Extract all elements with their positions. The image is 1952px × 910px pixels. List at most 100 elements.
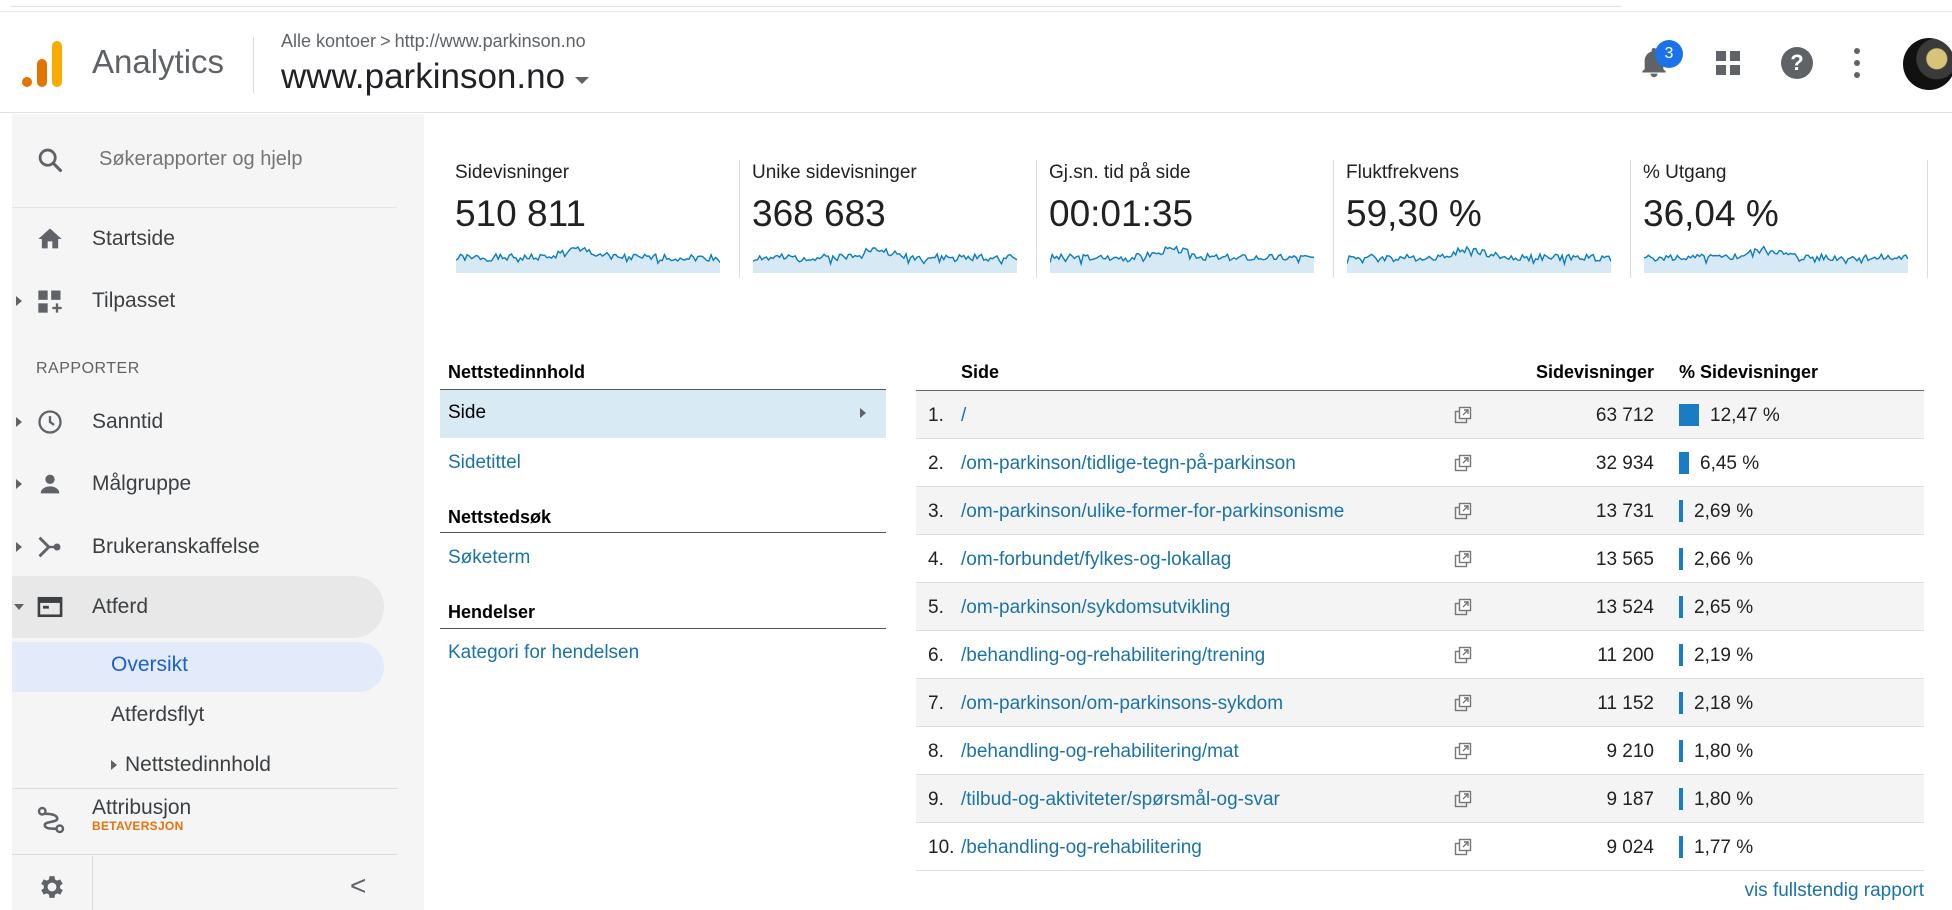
notification-badge[interactable]: 3 bbox=[1655, 40, 1683, 68]
page-path-link[interactable]: /om-parkinson/tidlige-tegn-på-parkinson bbox=[961, 453, 1296, 475]
table-row[interactable]: 6. /behandling-og-rehabilitering/trening 1… bbox=[916, 631, 1924, 679]
pageviews-value: 9 187 bbox=[1606, 789, 1654, 810]
open-external-icon[interactable] bbox=[1454, 790, 1472, 808]
gear-icon[interactable] bbox=[37, 872, 67, 902]
row-rank: 7. bbox=[928, 693, 944, 714]
sidebar-item-malgruppe[interactable]: Målgruppe bbox=[12, 455, 384, 513]
search-input[interactable] bbox=[99, 148, 379, 171]
metrics-scorecards: Sidevisninger 510 811 Unike sidevisninge… bbox=[444, 155, 1928, 283]
metric-utgang[interactable]: % Utgang 36,04 % bbox=[1632, 155, 1928, 283]
group-underline bbox=[440, 628, 886, 629]
percent-value: 1,77 % bbox=[1694, 837, 1754, 858]
open-external-icon[interactable] bbox=[1454, 550, 1472, 568]
pageviews-value: 9 210 bbox=[1606, 741, 1654, 762]
option-soketerm[interactable]: Søketerm bbox=[448, 547, 530, 569]
sidebar-selected-bg bbox=[12, 642, 384, 692]
sidebar-subitem-nettstedinnhold[interactable]: Nettstedinnhold bbox=[111, 753, 271, 777]
open-external-icon[interactable] bbox=[1454, 742, 1472, 760]
sidebar: Startside Tilpasset RAPPORTER Sanntid Må… bbox=[12, 114, 424, 910]
table-row[interactable]: 7. /om-parkinson/om-parkinsons-sykdom 11 1… bbox=[916, 679, 1924, 727]
sidebar-item-startside[interactable]: Startside bbox=[12, 210, 384, 268]
expand-arrow-icon bbox=[111, 760, 117, 771]
option-sidetittel[interactable]: Sidetittel bbox=[448, 452, 521, 474]
column-header-sidevisninger: Sidevisninger bbox=[1535, 362, 1654, 382]
sidebar-item-label: Tilpasset bbox=[92, 289, 176, 312]
sidebar-subitem-oversikt[interactable]: Oversikt bbox=[111, 653, 188, 677]
property-name: www.parkinson.no bbox=[281, 57, 566, 96]
dashboard-add-icon bbox=[38, 290, 62, 313]
search-icon[interactable] bbox=[36, 146, 64, 174]
sparkline bbox=[1644, 245, 1908, 273]
apps-grid-icon[interactable] bbox=[1716, 51, 1740, 75]
page-path-link[interactable]: /om-parkinson/om-parkinsons-sykdom bbox=[961, 693, 1283, 715]
sidebar-subitem-atferdsflyt[interactable]: Atferdsflyt bbox=[111, 703, 204, 727]
open-external-icon[interactable] bbox=[1454, 694, 1472, 712]
metric-value: 510 811 bbox=[455, 193, 586, 234]
collapse-sidebar-button[interactable]: < bbox=[350, 870, 366, 902]
sidebar-item-attribusjon[interactable]: Attribusjon bbox=[92, 796, 191, 820]
option-kategori-hendelse[interactable]: Kategori for hendelsen bbox=[448, 642, 639, 664]
page-path-link[interactable]: /om-forbundet/fylkes-og-lokallag bbox=[961, 549, 1231, 571]
sidebar-item-label: Målgruppe bbox=[92, 472, 192, 495]
chevron-right-icon bbox=[860, 408, 866, 418]
page-path-link[interactable]: /behandling-og-rehabilitering bbox=[961, 837, 1202, 859]
metric-label: Gj.sn. tid på side bbox=[1049, 162, 1191, 183]
table-row[interactable]: 9. /tilbud-og-aktiviteter/spørsmål-og-sva… bbox=[916, 775, 1924, 823]
open-external-icon[interactable] bbox=[1454, 454, 1472, 472]
option-side-selected[interactable]: Side bbox=[440, 390, 886, 438]
metric-unike-sidevisninger[interactable]: Unike sidevisninger 368 683 bbox=[741, 155, 1037, 283]
sidebar-item-tilpasset[interactable]: Tilpasset bbox=[12, 272, 384, 330]
metric-divider bbox=[1333, 160, 1334, 278]
breadcrumb-root[interactable]: Alle kontoer bbox=[281, 31, 376, 51]
percent-bar bbox=[1679, 788, 1683, 810]
avatar[interactable] bbox=[1903, 38, 1952, 90]
sidebar-item-brukeranskaffelse[interactable]: Brukeranskaffelse bbox=[12, 518, 384, 576]
page-path-link[interactable]: /tilbud-og-aktiviteter/spørsmål-og-svar bbox=[961, 789, 1280, 811]
property-selector[interactable]: www.parkinson.no bbox=[281, 57, 590, 97]
page-path-link[interactable]: / bbox=[961, 405, 966, 427]
analytics-logo-icon[interactable] bbox=[22, 41, 64, 87]
open-external-icon[interactable] bbox=[1454, 646, 1472, 664]
page-path-link[interactable]: /behandling-og-rehabilitering/trening bbox=[961, 645, 1265, 667]
table-row[interactable]: 10. /behandling-og-rehabilitering 9 024 1,7… bbox=[916, 823, 1924, 871]
more-vert-icon[interactable] bbox=[1853, 48, 1861, 78]
pageviews-value: 13 524 bbox=[1595, 597, 1654, 618]
breadcrumb-separator: > bbox=[380, 31, 391, 51]
open-external-icon[interactable] bbox=[1454, 838, 1472, 856]
row-rank: 1. bbox=[928, 405, 944, 426]
percent-value: 12,47 % bbox=[1710, 405, 1780, 426]
metric-fluktfrekvens[interactable]: Fluktfrekvens 59,30 % bbox=[1335, 155, 1631, 283]
sidebar-item-atferd[interactable]: Atferd bbox=[12, 578, 384, 636]
row-rank: 2. bbox=[928, 453, 944, 474]
percent-bar bbox=[1679, 740, 1683, 762]
sparkline bbox=[1347, 245, 1611, 273]
table-row[interactable]: 3. /om-parkinson/ulike-former-for-parkins… bbox=[916, 487, 1924, 535]
open-external-icon[interactable] bbox=[1454, 406, 1472, 424]
page-path-link[interactable]: /behandling-og-rehabilitering/mat bbox=[961, 741, 1239, 763]
percent-bar bbox=[1679, 836, 1683, 858]
metric-sidevisninger[interactable]: Sidevisninger 510 811 bbox=[444, 155, 740, 283]
breadcrumb-url[interactable]: http://www.parkinson.no bbox=[395, 31, 586, 51]
open-external-icon[interactable] bbox=[1454, 502, 1472, 520]
full-report-link[interactable]: vis fullstendig rapport bbox=[1744, 880, 1924, 902]
table-row[interactable]: 8. /behandling-og-rehabilitering/mat 9 210… bbox=[916, 727, 1924, 775]
table-row[interactable]: 5. /om-parkinson/sykdomsutvikling 13 524 2,… bbox=[916, 583, 1924, 631]
sidebar-item-sanntid[interactable]: Sanntid bbox=[12, 393, 384, 451]
percent-value: 2,69 % bbox=[1694, 501, 1754, 522]
open-external-icon[interactable] bbox=[1454, 598, 1472, 616]
breadcrumb[interactable]: Alle kontoer > http://www.parkinson.no bbox=[281, 31, 586, 52]
percent-value: 1,80 % bbox=[1694, 741, 1754, 762]
table-row[interactable]: 4. /om-forbundet/fylkes-og-lokallag 13 565… bbox=[916, 535, 1924, 583]
metric-tid-pa-side[interactable]: Gj.sn. tid på side 00:01:35 bbox=[1038, 155, 1334, 283]
sidebar-subitem-label: Nettstedinnhold bbox=[125, 753, 271, 776]
sidebar-separator bbox=[12, 854, 397, 855]
page-path-link[interactable]: /om-parkinson/ulike-former-for-parkinson… bbox=[961, 501, 1344, 523]
table-row[interactable]: 2. /om-parkinson/tidlige-tegn-på-parkinso… bbox=[916, 439, 1924, 487]
metric-label: Fluktfrekvens bbox=[1346, 162, 1459, 183]
table-row[interactable]: 1. / 63 712 12,47 % bbox=[916, 391, 1924, 439]
help-icon[interactable]: ? bbox=[1781, 47, 1813, 79]
percent-value: 2,18 % bbox=[1694, 693, 1754, 714]
expand-arrow-icon bbox=[16, 417, 22, 427]
collapse-arrow-icon bbox=[14, 604, 24, 610]
page-path-link[interactable]: /om-parkinson/sykdomsutvikling bbox=[961, 597, 1230, 619]
